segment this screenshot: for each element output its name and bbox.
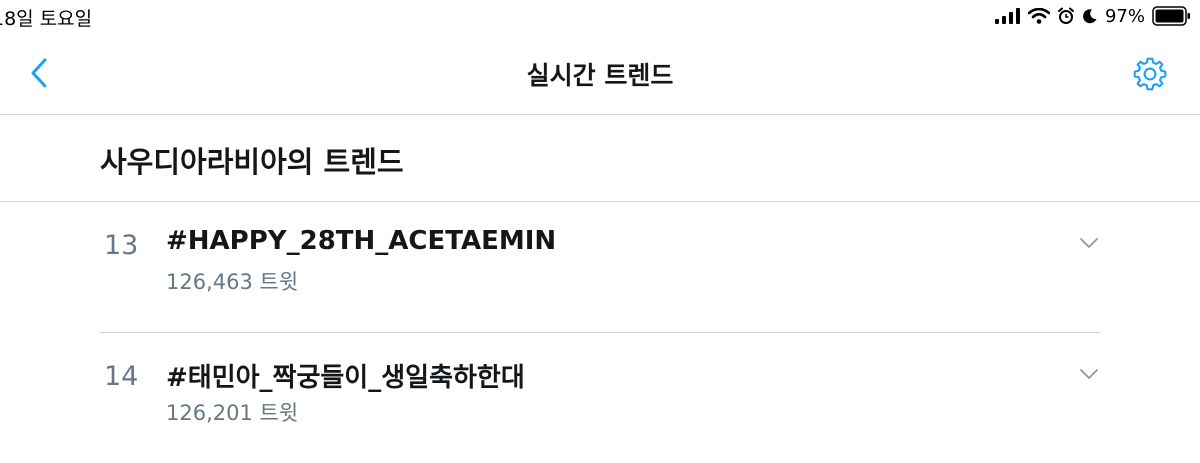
trend-rank: 14 <box>104 361 139 392</box>
trend-name[interactable]: #HAPPY_28TH_ACETAEMIN <box>166 226 556 256</box>
trend-item[interactable]: 13 #HAPPY_28TH_ACETAEMIN 126,463 트윗 <box>100 202 1100 333</box>
settings-button[interactable] <box>1130 54 1170 94</box>
trend-tweet-count: 126,463 트윗 <box>166 270 299 294</box>
chevron-down-icon[interactable] <box>1078 232 1100 254</box>
gear-icon <box>1133 57 1167 91</box>
trend-rank: 13 <box>104 230 139 261</box>
battery-icon <box>1152 6 1192 26</box>
trend-tweet-count: 126,201 트윗 <box>166 401 299 425</box>
status-icons: 97% <box>994 5 1192 27</box>
trend-item[interactable]: 14 #태민아_짝궁들이_생일축하한대 126,201 트윗 <box>100 333 1100 463</box>
section-title: 사우디아라비아의 트렌드 <box>100 145 404 179</box>
cellular-signal-icon <box>994 8 1021 24</box>
section-header: 사우디아라비아의 트렌드 <box>0 115 1200 202</box>
wifi-icon <box>1027 8 1050 24</box>
nav-bar: 실시간 트렌드 <box>0 34 1200 115</box>
battery-percentage: 97% <box>1104 5 1145 27</box>
chevron-down-icon[interactable] <box>1078 363 1100 385</box>
status-bar: 18일 토요일 97% <box>0 0 1200 34</box>
trend-name[interactable]: #태민아_짝궁들이_생일축하한대 <box>166 357 525 394</box>
page-title: 실시간 트렌드 <box>526 61 674 90</box>
alarm-icon <box>1057 7 1075 25</box>
moon-icon <box>1082 8 1098 24</box>
status-date: 18일 토요일 <box>0 8 93 30</box>
